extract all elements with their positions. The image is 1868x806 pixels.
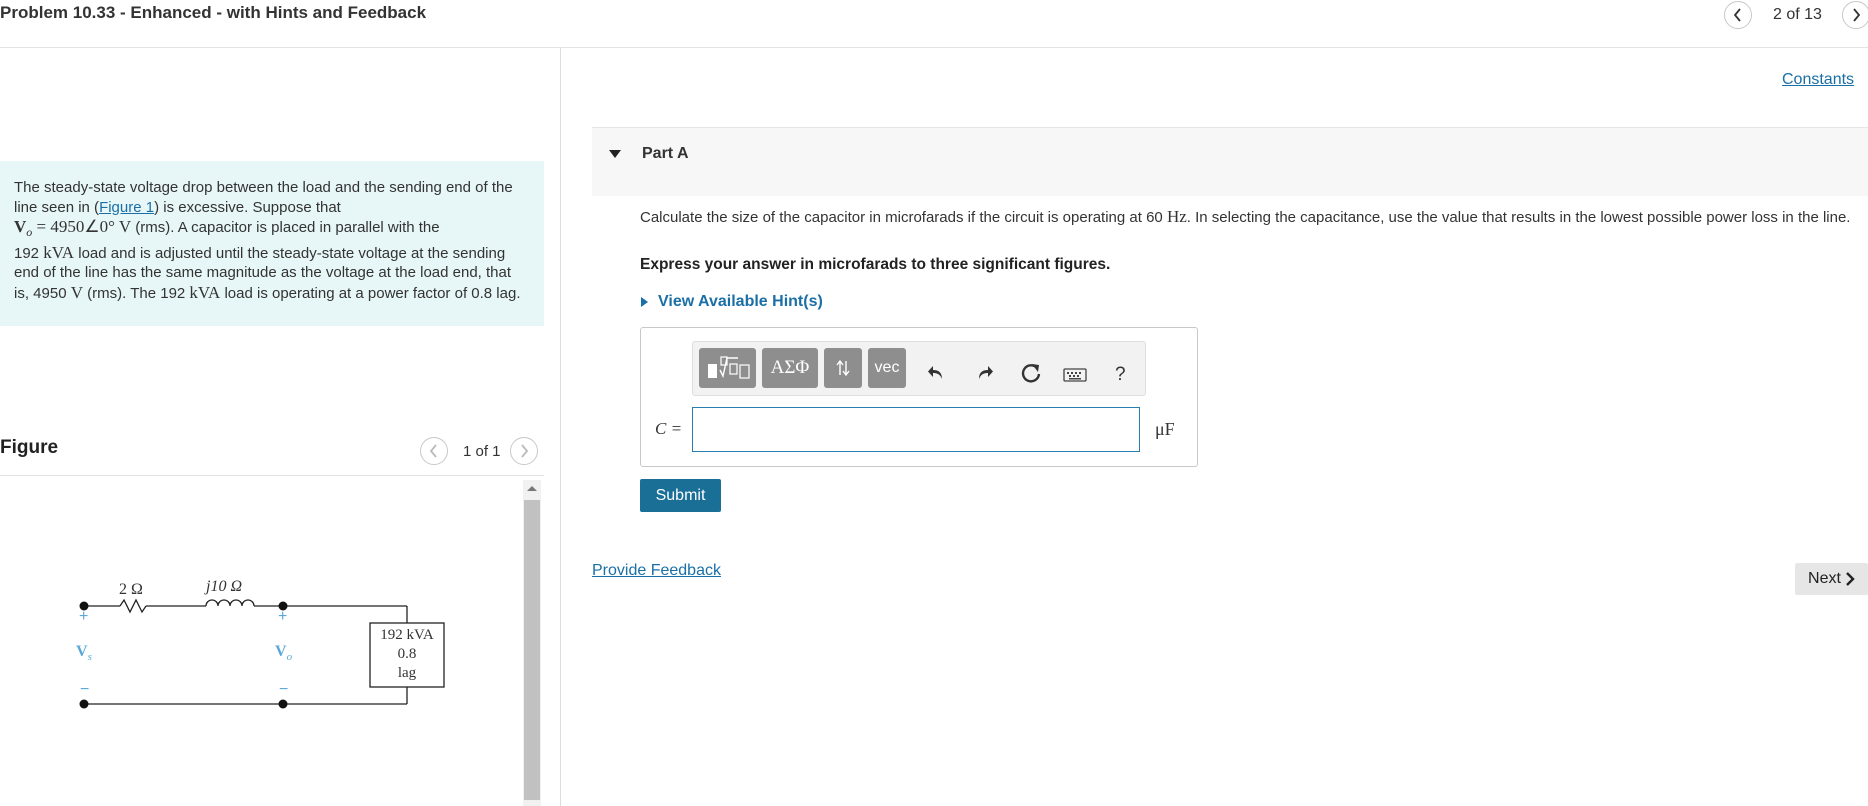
vo-symbol: V bbox=[14, 217, 27, 236]
answer-instructions: Express your answer in microfarads to th… bbox=[640, 256, 1111, 273]
inductor-symbol bbox=[205, 599, 255, 607]
chevron-right-icon bbox=[1846, 572, 1855, 586]
prev-problem-button[interactable] bbox=[1724, 1, 1752, 29]
chevron-right-icon bbox=[521, 444, 529, 458]
resistor-symbol bbox=[119, 598, 147, 614]
constants-link[interactable]: Constants bbox=[1782, 71, 1854, 89]
vo-minus: − bbox=[279, 681, 289, 698]
terminal-dot bbox=[79, 699, 89, 709]
figure-next-button[interactable] bbox=[510, 437, 538, 465]
next-label: Next bbox=[1808, 570, 1841, 587]
arrows-updown-icon bbox=[836, 359, 850, 377]
collapse-triangle-icon[interactable] bbox=[608, 149, 622, 159]
circuit-diagram: 2 Ω j10 Ω + Vs − + Vo − 192 kVA 0.8 lag bbox=[0, 476, 522, 806]
header-divider bbox=[0, 47, 1868, 48]
submit-button[interactable]: Submit bbox=[640, 479, 721, 512]
help-button[interactable]: ? bbox=[1115, 364, 1126, 386]
vs-label: Vs bbox=[76, 643, 92, 664]
next-button[interactable]: Next bbox=[1795, 563, 1868, 595]
scroll-up-icon[interactable] bbox=[526, 484, 538, 492]
vs-plus: + bbox=[79, 608, 89, 625]
undo-icon[interactable] bbox=[927, 363, 947, 383]
load-label: 192 kVA 0.8 lag bbox=[380, 627, 434, 681]
chevron-left-icon bbox=[1733, 8, 1741, 22]
problem-pager: 2 of 13 bbox=[1773, 6, 1822, 23]
terminal-dot bbox=[278, 699, 288, 709]
part-a-label: Part A bbox=[642, 145, 689, 162]
fraction-root-icon bbox=[707, 356, 750, 379]
expand-triangle-icon[interactable] bbox=[640, 296, 649, 308]
provide-feedback-link[interactable]: Provide Feedback bbox=[592, 562, 721, 580]
pane-divider bbox=[560, 48, 561, 806]
figure-label: Figure bbox=[0, 437, 59, 458]
answer-unit-label: μF bbox=[1155, 419, 1175, 439]
vo-label: Vo bbox=[275, 643, 293, 664]
redo-icon[interactable] bbox=[974, 363, 994, 383]
subscript-superscript-button[interactable] bbox=[824, 348, 862, 388]
reset-icon[interactable] bbox=[1020, 362, 1042, 384]
templates-button[interactable] bbox=[699, 348, 756, 388]
chevron-left-icon bbox=[429, 444, 437, 458]
part-a-header[interactable] bbox=[592, 127, 1868, 196]
greek-symbols-button[interactable]: ΑΣΦ bbox=[762, 348, 818, 388]
resistance-label: 2 Ω bbox=[119, 581, 143, 598]
question-text: Calculate the size of the capacitor in m… bbox=[640, 207, 1851, 226]
page-title: Problem 10.33 - Enhanced - with Hints an… bbox=[0, 3, 427, 22]
figure-link[interactable]: Figure 1 bbox=[99, 199, 154, 216]
view-hints-link[interactable]: View Available Hint(s) bbox=[658, 293, 823, 311]
answer-variable-label: C = bbox=[655, 419, 683, 438]
next-problem-button[interactable] bbox=[1842, 1, 1868, 29]
vs-minus: − bbox=[80, 681, 90, 698]
vector-button[interactable]: vec bbox=[868, 348, 906, 388]
figure-pager: 1 of 1 bbox=[463, 443, 501, 460]
keyboard-icon[interactable] bbox=[1063, 368, 1087, 382]
figure-scroll-thumb[interactable] bbox=[524, 500, 540, 800]
vo-plus: + bbox=[278, 608, 288, 625]
reactance-label: j10 Ω bbox=[206, 578, 243, 595]
problem-statement: The steady-state voltage drop between th… bbox=[0, 161, 544, 326]
answer-input[interactable] bbox=[692, 407, 1140, 452]
figure-prev-button[interactable] bbox=[420, 437, 448, 465]
chevron-right-icon bbox=[1853, 8, 1861, 22]
